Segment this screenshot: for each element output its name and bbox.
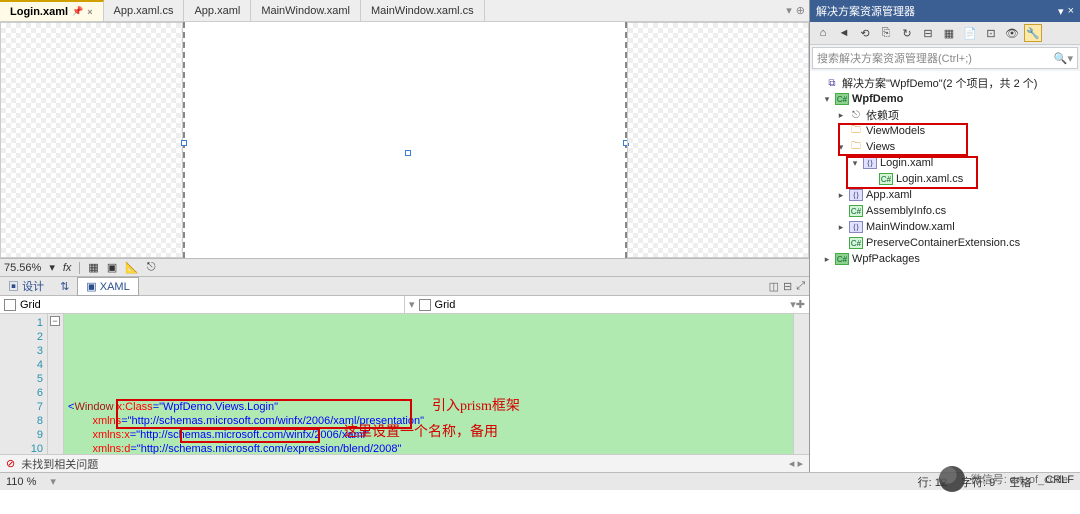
refresh-icon[interactable]: ↻ bbox=[898, 24, 916, 42]
swap-icon[interactable]: ⇅ bbox=[52, 278, 77, 295]
xaml-file-icon: ⟨⟩ bbox=[863, 157, 877, 169]
csproj-icon: C# bbox=[835, 253, 849, 265]
split-plus-icon[interactable]: ▾✚ bbox=[790, 298, 805, 311]
tree-file-preserve-ext[interactable]: C#PreserveContainerExtension.cs bbox=[812, 235, 1078, 251]
tree-file-mainwindow-xaml[interactable]: ▸⟨⟩MainWindow.xaml bbox=[812, 219, 1078, 235]
breadcrumb-left[interactable]: Grid bbox=[20, 299, 41, 311]
issues-text: 未找到相关问题 bbox=[21, 456, 98, 472]
tree-solution-node[interactable]: ⧉解决方案"WpfDemo"(2 个项目，共 2 个) bbox=[812, 75, 1078, 91]
wechat-logo-icon bbox=[939, 466, 965, 492]
solution-explorer-title: 解决方案资源管理器 ▾× bbox=[810, 0, 1080, 22]
sync-icon[interactable]: ⟲ bbox=[856, 24, 874, 42]
csproj-icon: C# bbox=[835, 93, 849, 105]
xaml-file-icon: ⟨⟩ bbox=[849, 221, 863, 233]
zoom-level[interactable]: 75.56% bbox=[4, 262, 41, 274]
show-all-icon[interactable]: ▦ bbox=[940, 24, 958, 42]
tree-folder-views[interactable]: ▾🗀Views bbox=[812, 139, 1078, 155]
grid-icon bbox=[419, 299, 431, 311]
tab-mainwindow-xaml-cs[interactable]: MainWindow.xaml.cs bbox=[361, 0, 485, 21]
designer-toolbar: 75.56% ▾ fx ▦ ▣ 📐 ⎋ bbox=[0, 258, 809, 276]
vertical-scrollbar[interactable] bbox=[793, 314, 809, 454]
tree-file-assemblyinfo[interactable]: C#AssemblyInfo.cs bbox=[812, 203, 1078, 219]
close-icon[interactable]: × bbox=[1068, 5, 1074, 18]
tree-file-login-xaml[interactable]: ▾⟨⟩Login.xaml bbox=[812, 155, 1078, 171]
tree-folder-viewmodels[interactable]: 🗀ViewModels bbox=[812, 123, 1078, 139]
expand-icon[interactable]: ⤢ bbox=[796, 280, 805, 293]
annotation-text-2: 这里设置一个名称，备用 bbox=[344, 426, 498, 440]
xaml-file-icon: ⟨⟩ bbox=[849, 189, 863, 201]
cs-file-icon: C# bbox=[849, 205, 863, 217]
design-xaml-splitter[interactable]: ▣ 设计 ⇅ ▣ XAML ◫ ⊟ ⤢ bbox=[0, 276, 809, 296]
cs-file-icon: C# bbox=[849, 237, 863, 249]
tab-overflow-icon[interactable]: ▾ bbox=[786, 4, 792, 17]
tree-project-wpfpackages[interactable]: ▸C#WpfPackages bbox=[812, 251, 1078, 267]
solution-icon: ⧉ bbox=[825, 77, 839, 89]
dependencies-icon: ⎋ bbox=[849, 109, 863, 121]
issues-nav-icon[interactable]: ◂ ▸ bbox=[789, 457, 803, 470]
tab-app-xaml[interactable]: App.xaml bbox=[184, 0, 251, 21]
grid-toggle-icon[interactable]: ▦ bbox=[88, 261, 98, 274]
close-icon[interactable]: × bbox=[87, 7, 92, 17]
tab-mainwindow-xaml[interactable]: MainWindow.xaml bbox=[251, 0, 361, 21]
preview-icon[interactable]: ⊡ bbox=[982, 24, 1000, 42]
xaml-breadcrumb-bar: Grid ▾Grid▾✚ bbox=[0, 296, 809, 314]
ruler-icon[interactable]: 📐 bbox=[125, 261, 139, 274]
folder-icon: 🗀 bbox=[849, 125, 863, 137]
view-icon[interactable]: 👁 bbox=[1003, 24, 1021, 42]
search-icon[interactable]: 🔍▾ bbox=[1054, 52, 1073, 65]
tree-project-node[interactable]: ▾C#WpfDemo bbox=[812, 91, 1078, 107]
design-tab[interactable]: ▣ 设计 bbox=[0, 276, 52, 296]
collapse-toggle-icon[interactable]: − bbox=[50, 316, 60, 326]
tree-dependencies-node[interactable]: ▸⎋依赖项 bbox=[812, 107, 1078, 123]
solution-explorer-toolbar: ⌂ ◄ ⟲ ⎘ ↻ ⊟ ▦ 📄 ⊡ 👁 🔧 bbox=[810, 22, 1080, 45]
split-horizontal-icon[interactable]: ⊟ bbox=[783, 280, 792, 293]
issues-bar: ⊘ 未找到相关问题 ◂ ▸ bbox=[0, 454, 809, 472]
wrench-icon[interactable]: 🔧 bbox=[1024, 24, 1042, 42]
back-icon[interactable]: ◄ bbox=[835, 24, 853, 42]
xaml-tab[interactable]: ▣ XAML bbox=[77, 277, 138, 296]
split-vertical-icon[interactable]: ◫ bbox=[769, 280, 779, 293]
filter-icon[interactable]: ⎘ bbox=[877, 24, 895, 42]
snap-icon[interactable]: ▣ bbox=[107, 261, 117, 274]
window-menu-icon[interactable]: ▾ bbox=[1058, 5, 1064, 18]
tab-login-xaml[interactable]: Login.xaml📌× bbox=[0, 0, 104, 21]
solution-tree[interactable]: ⧉解决方案"WpfDemo"(2 个项目，共 2 个) ▾C#WpfDemo ▸… bbox=[810, 71, 1080, 472]
pin-icon[interactable]: 📌 bbox=[72, 6, 83, 17]
collapse-all-icon[interactable]: ⊟ bbox=[919, 24, 937, 42]
tab-app-xaml-cs[interactable]: App.xaml.cs bbox=[104, 0, 185, 21]
watermark: 微信号: art_of_code bbox=[939, 466, 1068, 492]
home-icon[interactable]: ⌂ bbox=[814, 24, 832, 42]
solution-explorer: 解决方案资源管理器 ▾× ⌂ ◄ ⟲ ⎘ ↻ ⊟ ▦ 📄 ⊡ 👁 🔧 搜索解决方… bbox=[810, 0, 1080, 472]
tree-file-login-xaml-cs[interactable]: C#Login.xaml.cs bbox=[812, 171, 1078, 187]
breadcrumb-right[interactable]: Grid bbox=[435, 299, 456, 311]
annotation-text-1: 引入prism框架 bbox=[432, 400, 520, 414]
xaml-code-editor[interactable]: 1234567891011121314 − − 引入prism框架 这里设置一个… bbox=[0, 314, 809, 454]
status-zoom[interactable]: 110 % bbox=[6, 476, 36, 488]
status-bar: 110 % ▾ 行: 12 字符: 9 空格 CRLF bbox=[0, 472, 1080, 490]
effects-icon[interactable]: ⎋ bbox=[147, 261, 156, 274]
grid-icon bbox=[4, 299, 16, 311]
tree-file-app-xaml[interactable]: ▸⟨⟩App.xaml bbox=[812, 187, 1078, 203]
tab-add-icon[interactable]: ⊕ bbox=[796, 4, 805, 17]
error-icon: ⊘ bbox=[6, 457, 15, 470]
properties-icon[interactable]: 📄 bbox=[961, 24, 979, 42]
folder-icon: 🗀 bbox=[849, 141, 863, 153]
line-number-gutter: 1234567891011121314 bbox=[0, 314, 48, 454]
document-tabs: Login.xaml📌× App.xaml.cs App.xaml MainWi… bbox=[0, 0, 809, 22]
fx-icon[interactable]: fx bbox=[63, 262, 72, 274]
xaml-designer-surface[interactable] bbox=[0, 22, 809, 258]
cs-file-icon: C# bbox=[879, 173, 893, 185]
solution-explorer-search[interactable]: 搜索解决方案资源管理器(Ctrl+;) 🔍▾ bbox=[812, 47, 1078, 69]
